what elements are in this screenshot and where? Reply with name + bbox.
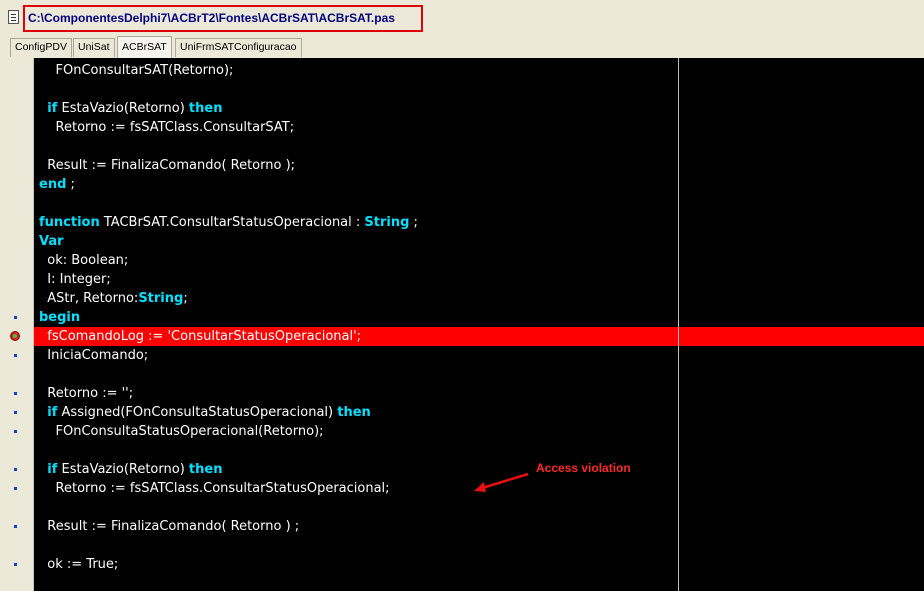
code-keyword: Var <box>39 234 64 249</box>
access-violation-annotation: Access violation <box>536 461 631 475</box>
editor-tab-strip: ConfigPDV UniSat ACBrSAT UniFrmSATConfig… <box>0 36 924 59</box>
code-keyword: then <box>188 462 223 477</box>
code-line[interactable]: ok: Boolean; <box>39 251 128 270</box>
breakpoint-icon[interactable] <box>10 331 20 341</box>
code-keyword: then <box>188 101 223 116</box>
code-line[interactable]: AStr, Retorno:String; <box>39 289 188 308</box>
code-text: Retorno := ''; <box>47 386 134 401</box>
code-text: Result := FinalizaComando( Retorno ); <box>47 158 296 173</box>
code-line[interactable]: Result := FinalizaComando( Retorno ) ; <box>39 517 299 536</box>
code-line[interactable]: Result := FinalizaComando( Retorno ); <box>39 156 295 175</box>
code-text: FOnConsultarSAT(Retorno); <box>55 63 234 78</box>
code-keyword: String <box>138 291 184 306</box>
code-keyword: if <box>47 405 58 420</box>
code-text: AStr, Retorno: <box>47 291 139 306</box>
red-arrow-left-icon <box>474 472 529 492</box>
tab-configpdv[interactable]: ConfigPDV <box>10 38 72 57</box>
gutter-execution-dot-icon[interactable] <box>14 468 17 471</box>
code-text: TACBrSAT.ConsultarStatusOperacional : <box>99 215 365 230</box>
code-line[interactable]: fsComandoLog := 'ConsultarStatusOperacio… <box>39 327 361 346</box>
code-line[interactable]: if EstaVazio(Retorno) then <box>39 99 222 118</box>
code-line[interactable]: FOnConsultarSAT(Retorno); <box>39 61 234 80</box>
code-text: IniciaComando; <box>47 348 149 363</box>
code-line[interactable]: end ; <box>39 175 75 194</box>
code-line[interactable]: begin <box>39 308 80 327</box>
code-text: Retorno := fsSATClass.ConsultarStatusOpe… <box>55 481 390 496</box>
code-text: ; <box>409 215 418 230</box>
gutter-execution-dot-icon[interactable] <box>14 525 17 528</box>
gutter-execution-dot-icon[interactable] <box>14 487 17 490</box>
code-line[interactable]: Retorno := ''; <box>39 384 133 403</box>
tab-acbrsat[interactable]: ACBrSAT <box>117 36 172 58</box>
gutter-execution-dot-icon[interactable] <box>14 316 17 319</box>
right-margin-line <box>678 58 679 591</box>
gutter-execution-dot-icon[interactable] <box>14 411 17 414</box>
document-icon <box>8 10 19 24</box>
code-line[interactable]: Retorno := fsSATClass.ConsultarSAT; <box>39 118 295 137</box>
gutter-execution-dot-icon[interactable] <box>14 430 17 433</box>
window-title: C:\ComponentesDelphi7\ACBrT2\Fontes\ACBr… <box>28 11 395 25</box>
code-text: I: Integer; <box>47 272 111 287</box>
code-text: ; <box>183 291 188 306</box>
code-keyword: String <box>364 215 410 230</box>
code-text: ok: Boolean; <box>47 253 129 268</box>
title-bar: C:\ComponentesDelphi7\ACBrT2\Fontes\ACBr… <box>0 0 924 36</box>
code-text: Retorno := fsSATClass.ConsultarSAT; <box>55 120 295 135</box>
code-line[interactable]: IniciaComando; <box>39 346 148 365</box>
code-keyword: end <box>39 177 67 192</box>
code-text: EstaVazio(Retorno) <box>57 462 189 477</box>
code-line[interactable]: FOnConsultaStatusOperacional(Retorno); <box>39 422 324 441</box>
code-keyword: if <box>47 462 58 477</box>
code-keyword: function <box>39 215 100 230</box>
code-line[interactable]: Var <box>39 232 64 251</box>
gutter-execution-dot-icon[interactable] <box>14 392 17 395</box>
code-text: ok := True; <box>47 557 119 572</box>
code-editor[interactable]: FOnConsultarSAT(Retorno); if EstaVazio(R… <box>34 58 924 591</box>
code-keyword: begin <box>39 310 81 325</box>
code-line[interactable]: ok := True; <box>39 555 118 574</box>
code-text: EstaVazio(Retorno) <box>57 101 189 116</box>
gutter-execution-dot-icon[interactable] <box>14 563 17 566</box>
code-keyword: then <box>337 405 371 420</box>
code-keyword: if <box>47 101 58 116</box>
tab-unisat[interactable]: UniSat <box>73 38 115 57</box>
code-text: fsComandoLog := 'ConsultarStatusOperacio… <box>47 329 362 344</box>
code-line[interactable]: I: Integer; <box>39 270 111 289</box>
code-line[interactable]: Retorno := fsSATClass.ConsultarStatusOpe… <box>39 479 390 498</box>
tab-unifrmsatconfiguracao[interactable]: UniFrmSATConfiguracao <box>175 38 302 57</box>
editor-gutter[interactable] <box>0 58 34 591</box>
code-text: ; <box>66 177 75 192</box>
gutter-execution-dot-icon[interactable] <box>14 354 17 357</box>
code-line[interactable]: if EstaVazio(Retorno) then <box>39 460 222 479</box>
code-text: FOnConsultaStatusOperacional(Retorno); <box>55 424 324 439</box>
code-text: Result := FinalizaComando( Retorno ) ; <box>47 519 300 534</box>
code-text: Assigned(FOnConsultaStatusOperacional) <box>57 405 338 420</box>
code-line[interactable]: function TACBrSAT.ConsultarStatusOperaci… <box>39 213 418 232</box>
code-line[interactable]: if Assigned(FOnConsultaStatusOperacional… <box>39 403 371 422</box>
